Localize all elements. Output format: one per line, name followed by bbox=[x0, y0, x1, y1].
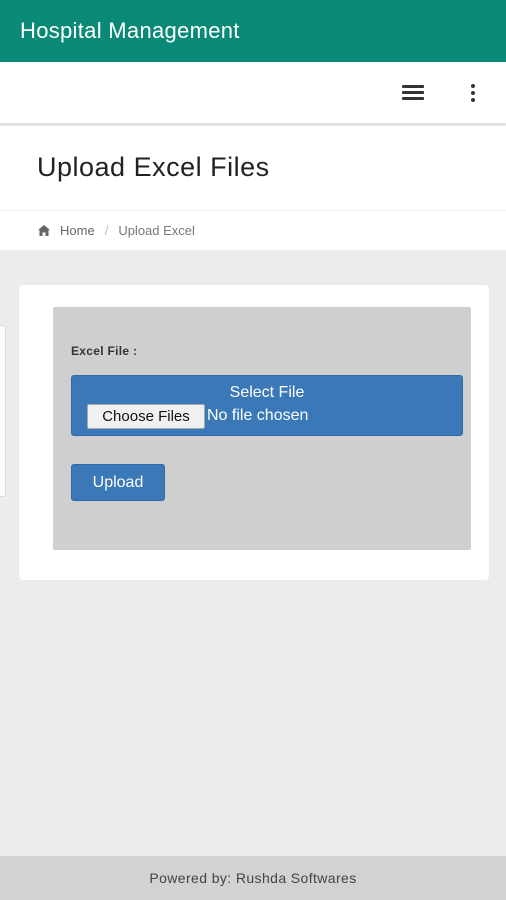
home-icon bbox=[38, 225, 50, 236]
side-drawer-handle[interactable] bbox=[0, 325, 6, 497]
more-vertical-icon[interactable] bbox=[466, 82, 480, 104]
no-file-status: No file chosen bbox=[207, 407, 309, 424]
breadcrumb-current: Upload Excel bbox=[118, 223, 195, 238]
choose-files-button[interactable]: Choose Files bbox=[87, 404, 205, 429]
app-bar: Hospital Management bbox=[0, 0, 506, 62]
upload-form-panel: Excel File : Select File Choose Files No… bbox=[53, 307, 471, 550]
breadcrumb-separator: / bbox=[104, 223, 109, 238]
file-input[interactable]: Select File Choose Files No file chosen bbox=[71, 375, 463, 436]
footer: Powered by: Rushda Softwares bbox=[0, 856, 506, 900]
page-title: Upload Excel Files bbox=[37, 152, 270, 182]
excel-file-label: Excel File : bbox=[71, 344, 138, 358]
breadcrumb: Home / Upload Excel bbox=[0, 210, 506, 250]
upload-button[interactable]: Upload bbox=[71, 464, 165, 501]
page-header: Upload Excel Files bbox=[0, 126, 506, 210]
hamburger-menu-icon[interactable] bbox=[402, 83, 426, 103]
upload-card: Excel File : Select File Choose Files No… bbox=[19, 285, 489, 580]
toolbar bbox=[0, 62, 506, 124]
app-title: Hospital Management bbox=[20, 18, 240, 43]
footer-text: Powered by: Rushda Softwares bbox=[149, 870, 357, 886]
file-input-title: Select File bbox=[229, 384, 305, 401]
breadcrumb-home-link[interactable]: Home bbox=[60, 223, 95, 238]
